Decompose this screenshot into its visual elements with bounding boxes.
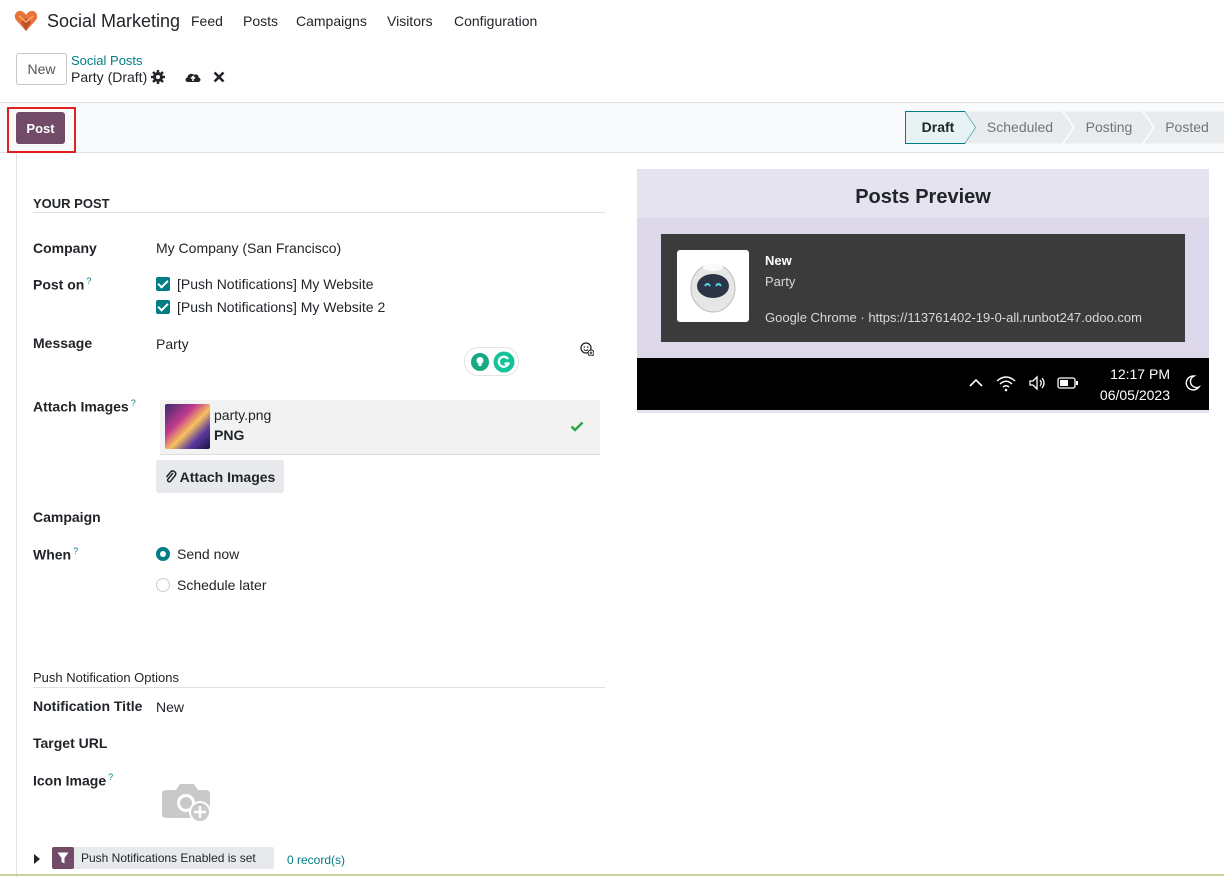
send-now-label[interactable]: Send now	[177, 546, 239, 562]
campaign-label: Campaign	[33, 509, 101, 525]
post-on-option-2[interactable]: [Push Notifications] My Website 2	[177, 299, 385, 315]
section-separator	[33, 212, 605, 213]
send-now-radio[interactable]	[156, 547, 170, 561]
attach-images-button[interactable]: Attach Images	[156, 460, 284, 493]
paperclip-icon	[165, 469, 177, 483]
notification-title: New	[765, 253, 792, 268]
stage-scheduled[interactable]: Scheduled	[976, 111, 1064, 143]
help-tooltip-icon[interactable]: ?	[86, 276, 91, 286]
breadcrumb-current: Party (Draft)	[71, 69, 148, 85]
attach-images-label: Attach Images?	[33, 398, 136, 415]
stage-posted[interactable]: Posted	[1155, 111, 1219, 143]
filter-icon-box	[52, 847, 74, 869]
attachment-name: party.png	[214, 407, 272, 423]
gear-icon[interactable]	[150, 69, 166, 85]
wifi-icon	[996, 376, 1016, 392]
menu-posts[interactable]: Posts	[243, 13, 278, 29]
attach-images-button-label: Attach Images	[179, 468, 276, 485]
volume-icon	[1029, 375, 1045, 391]
schedule-later-radio[interactable]	[156, 578, 170, 592]
menu-campaigns[interactable]: Campaigns	[296, 13, 367, 29]
preview-bottom-edge	[637, 410, 1209, 413]
record-count[interactable]: 0 record(s)	[287, 853, 345, 867]
post-button[interactable]: Post	[16, 112, 65, 144]
new-button[interactable]: New	[16, 53, 67, 85]
notification-source: Google Chrome · https://113761402-19-0-a…	[765, 310, 1142, 325]
app-brand[interactable]: Social Marketing	[47, 11, 180, 32]
message-label: Message	[33, 335, 93, 351]
stage-draft[interactable]: Draft	[905, 111, 971, 143]
stage-posting[interactable]: Posting	[1074, 111, 1144, 143]
when-label: When?	[33, 546, 79, 563]
taskbar-date: 06/05/2023	[1099, 387, 1170, 403]
camera-add-icon[interactable]	[162, 780, 214, 824]
lightbulb-icon[interactable]	[470, 352, 490, 372]
moon-icon	[1185, 375, 1202, 391]
discard-x-icon[interactable]	[211, 69, 227, 85]
caret-right-icon[interactable]	[33, 854, 41, 864]
message-field[interactable]: Party	[156, 336, 189, 352]
menu-configuration[interactable]: Configuration	[454, 13, 537, 29]
section-push-options: Push Notification Options	[33, 670, 179, 685]
notification-title-label: Notification Title	[33, 698, 143, 714]
schedule-later-label[interactable]: Schedule later	[177, 577, 267, 593]
emoji-picker-icon[interactable]	[580, 342, 594, 356]
post-on-option-1[interactable]: [Push Notifications] My Website	[177, 276, 374, 292]
company-label: Company	[33, 240, 97, 256]
bottom-border	[0, 874, 1224, 876]
section-separator	[33, 687, 605, 688]
company-field[interactable]: My Company (San Francisco)	[156, 240, 341, 256]
attachment-type: PNG	[214, 427, 245, 443]
social-marketing-logo-icon[interactable]	[14, 10, 38, 32]
party-image-thumbnail[interactable]	[165, 404, 210, 449]
post-on-checkbox-1[interactable]	[156, 277, 170, 291]
cloud-upload-icon[interactable]	[184, 69, 202, 85]
grammarly-widget[interactable]	[464, 347, 519, 376]
help-tooltip-icon[interactable]: ?	[108, 772, 113, 782]
notification-icon-image	[677, 250, 749, 322]
breadcrumb-social-posts[interactable]: Social Posts	[71, 53, 143, 68]
battery-icon	[1057, 377, 1078, 389]
filter-chip-label: Push Notifications Enabled is set	[81, 851, 256, 865]
notification-body: Party	[765, 274, 796, 289]
filter-funnel-icon	[57, 852, 69, 864]
menu-visitors[interactable]: Visitors	[387, 13, 433, 29]
section-your-post: YOUR POST	[33, 196, 110, 211]
post-on-checkbox-2[interactable]	[156, 300, 170, 314]
robot-avatar-icon	[690, 263, 736, 313]
check-icon	[570, 421, 584, 432]
post-on-label: Post on?	[33, 276, 92, 293]
help-tooltip-icon[interactable]: ?	[131, 398, 136, 408]
target-url-label: Target URL	[33, 735, 108, 751]
help-tooltip-icon[interactable]: ?	[73, 546, 78, 556]
chevron-up-icon	[969, 378, 983, 387]
icon-image-label: Icon Image?	[33, 772, 114, 789]
menu-feed[interactable]: Feed	[191, 13, 223, 29]
grammarly-g-icon[interactable]	[493, 351, 515, 373]
sheet-border	[16, 153, 17, 877]
taskbar-time: 12:17 PM	[1110, 366, 1170, 382]
posts-preview-title: Posts Preview	[855, 186, 991, 208]
notification-title-field[interactable]: New	[156, 699, 184, 715]
top-navbar: Social Marketing Feed Posts Campaigns Vi…	[0, 0, 1224, 44]
